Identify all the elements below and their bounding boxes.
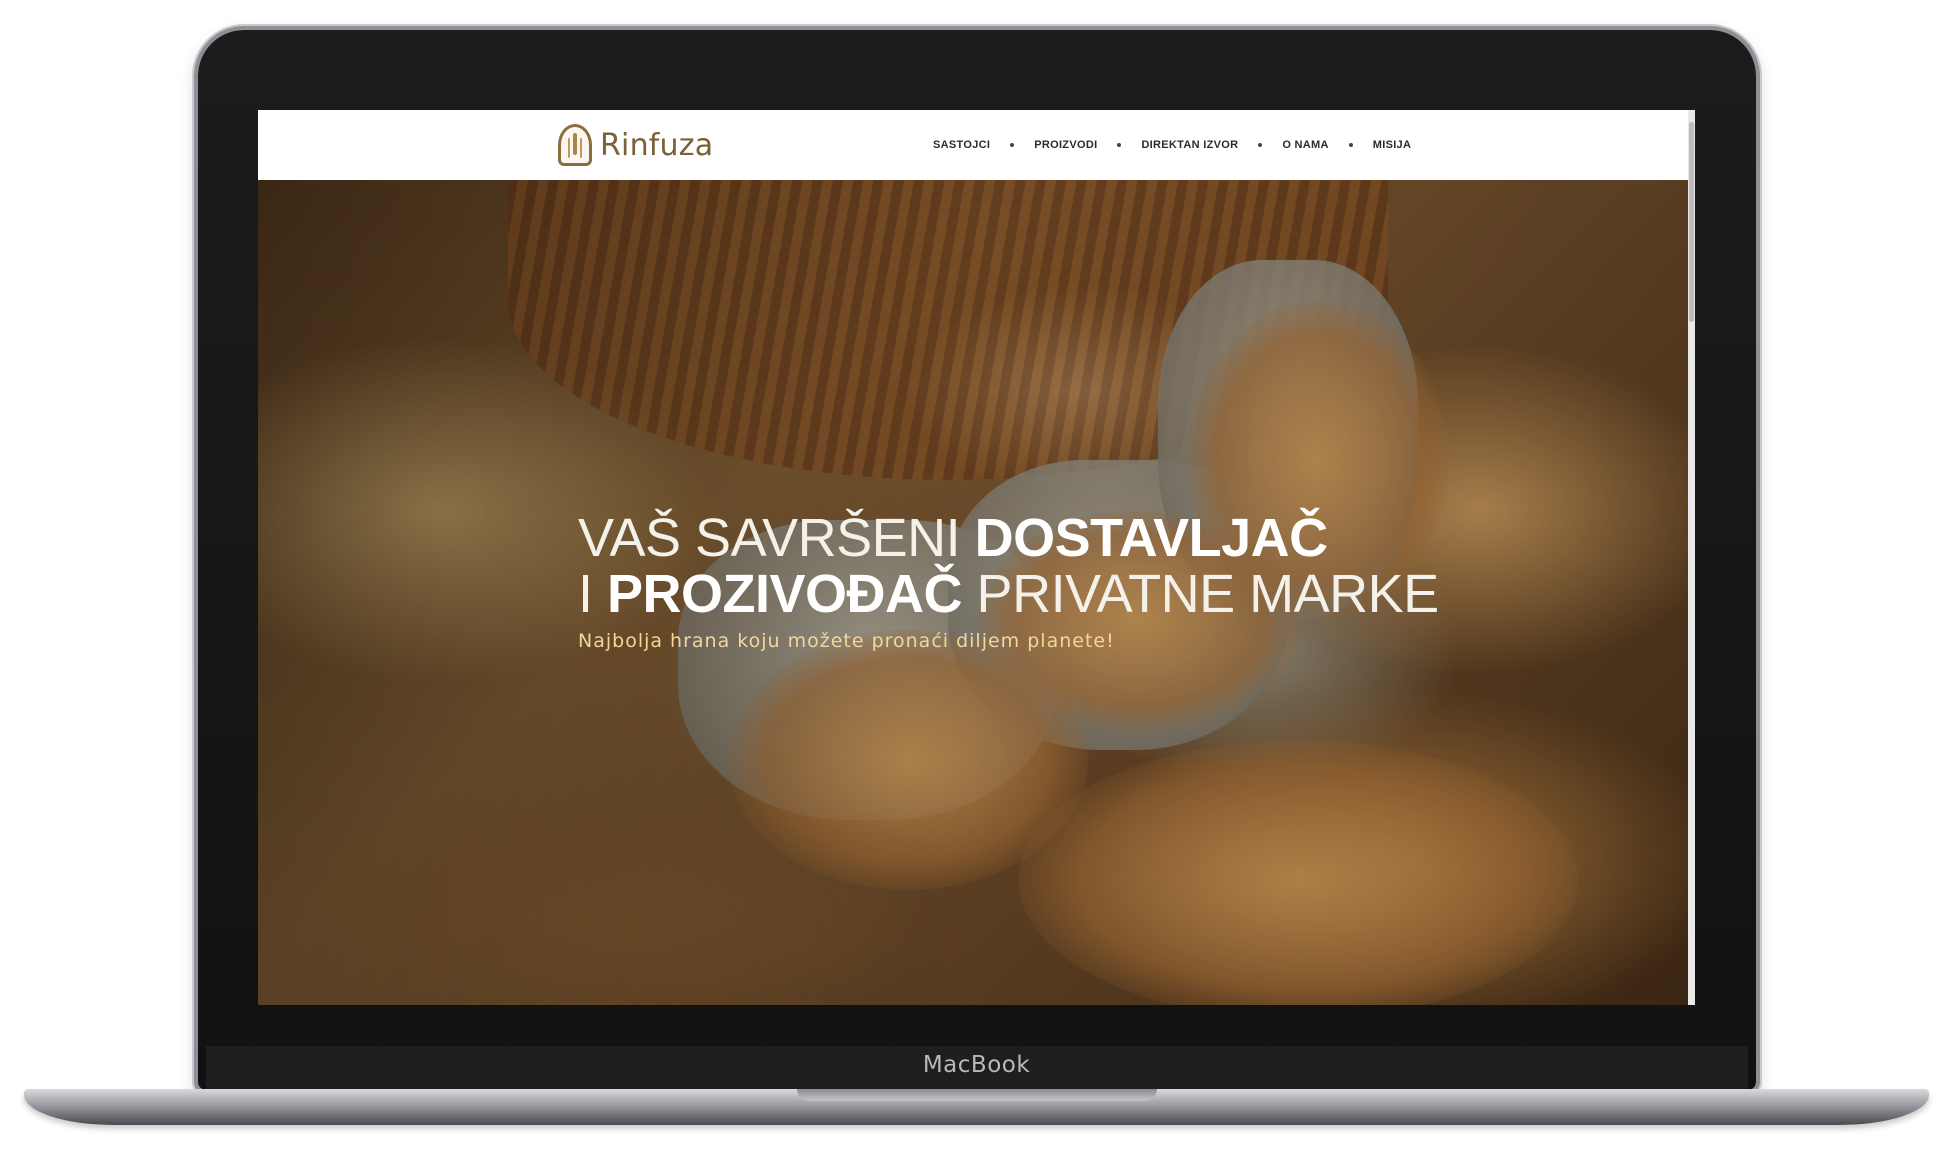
nav-separator <box>1348 143 1353 147</box>
hero-banner: VAŠ SAVRŠENI DOSTAVLJAČ I PROZIVOĐAČ PRI… <box>258 180 1688 1005</box>
nav-item-direktan-izvor[interactable]: DIREKTAN IZVOR <box>1141 139 1238 151</box>
hero-heading-light: PRIVATNE MARKE <box>962 564 1440 624</box>
nav-separator <box>1117 143 1122 147</box>
hero-heading-line-2: I PROZIVOĐAČ PRIVATNE MARKE <box>578 566 1439 622</box>
hero-heading-light: VAŠ SAVRŠENI <box>578 508 975 568</box>
hero-text: VAŠ SAVRŠENI DOSTAVLJAČ I PROZIVOĐAČ PRI… <box>578 510 1439 652</box>
wheat-logo-icon <box>558 124 592 166</box>
laptop-notch <box>797 1089 1157 1101</box>
scrollbar-thumb[interactable] <box>1689 122 1694 322</box>
site-logo[interactable]: Rinfuza <box>558 124 713 166</box>
hero-subtitle: Najbolja hrana koju možete pronaći dilje… <box>578 630 1115 652</box>
hero-heading-bold: PROZIVOĐAČ <box>607 564 963 624</box>
hero-heading-light: I <box>578 564 608 624</box>
main-nav: SASTOJCI PROIZVODI DIREKTAN IZVOR O NAMA… <box>933 110 1411 180</box>
hero-heading-line-1: VAŠ SAVRŠENI DOSTAVLJAČ <box>578 510 1439 566</box>
site-header: Rinfuza SASTOJCI PROIZVODI DIREKTAN IZVO… <box>258 110 1695 180</box>
nav-item-misija[interactable]: MISIJA <box>1373 139 1411 151</box>
logo-text: Rinfuza <box>600 127 714 163</box>
hero-heading-bold: DOSTAVLJAČ <box>974 508 1329 568</box>
device-brand-label: MacBook <box>922 1052 1031 1078</box>
nav-item-sastojci[interactable]: SASTOJCI <box>933 139 990 151</box>
page-scrollbar[interactable] <box>1688 110 1695 1005</box>
nav-separator <box>1258 143 1263 147</box>
browser-viewport: Rinfuza SASTOJCI PROIZVODI DIREKTAN IZVO… <box>258 110 1695 1005</box>
nav-separator <box>1010 143 1015 147</box>
nav-item-o-nama[interactable]: O NAMA <box>1282 139 1328 151</box>
nav-item-proizvodi[interactable]: PROIZVODI <box>1034 139 1097 151</box>
